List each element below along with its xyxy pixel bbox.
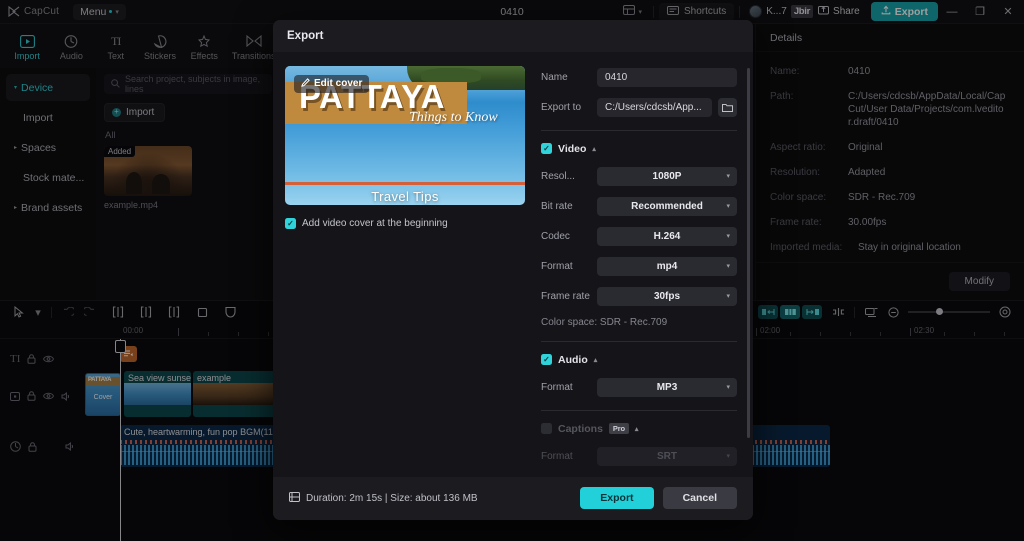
captions-format-row: Format SRT ▾ [541, 446, 737, 466]
checkbox-checked-icon[interactable]: ✓ [541, 143, 552, 155]
export-to-row: Export to C:/Users/cdcsb/App... [541, 97, 737, 117]
cover-bottom-text: Travel Tips [371, 188, 439, 204]
duration-text: Duration: 2m 15s | Size: about 136 MB [306, 492, 478, 504]
video-section-header[interactable]: ✓ Video ▴ [541, 143, 737, 155]
codec-value: H.264 [653, 230, 681, 242]
export-dialog: Export PATTAYA Things to Know Travel Tip… [273, 20, 753, 520]
format-row: Format mp4 ▾ [541, 256, 737, 276]
chevron-up-icon[interactable]: ▴ [635, 425, 639, 433]
cover-preview: PATTAYA Things to Know Travel Tips Edit … [285, 65, 525, 205]
format-label: Format [541, 260, 573, 272]
audio-format-select[interactable]: MP3 ▾ [597, 377, 737, 397]
settings-scrollbar[interactable] [747, 67, 750, 438]
framerate-label: Frame rate [541, 290, 590, 302]
audio-format-label: Format [541, 381, 573, 393]
add-cover-checkbox-row[interactable]: ✓ Add video cover at the beginning [285, 217, 523, 229]
bitrate-select[interactable]: Recommended ▾ [597, 196, 737, 216]
audio-format-row: Format MP3 ▾ [541, 377, 737, 397]
chevron-up-icon[interactable]: ▴ [592, 145, 596, 153]
format-select[interactable]: mp4 ▾ [597, 256, 737, 276]
codec-select[interactable]: H.264 ▾ [597, 226, 737, 246]
codec-label: Codec [541, 230, 570, 242]
checkbox-unchecked-icon[interactable] [541, 423, 552, 435]
chevron-down-icon: ▾ [726, 384, 730, 392]
name-row: Name 0410 [541, 67, 737, 87]
audio-section-header[interactable]: ✓ Audio ▴ [541, 354, 737, 366]
divider [541, 129, 737, 131]
edit-cover-label: Edit cover [314, 78, 363, 90]
checkbox-checked-icon[interactable]: ✓ [285, 217, 296, 229]
framerate-select[interactable]: 30fps ▾ [597, 286, 737, 306]
captions-format-label: Format [541, 450, 573, 462]
export-dialog-title: Export [273, 20, 753, 52]
export-dialog-body: PATTAYA Things to Know Travel Tips Edit … [273, 51, 753, 477]
resolution-row: Resol... 1080P ▾ [541, 166, 737, 186]
resolution-value: 1080P [652, 170, 682, 182]
name-input[interactable]: 0410 [597, 67, 737, 87]
chevron-down-icon: ▾ [726, 293, 730, 301]
captions-section-header[interactable]: Captions Pro ▴ [541, 423, 737, 435]
add-cover-label: Add video cover at the beginning [302, 217, 448, 229]
cancel-button[interactable]: Cancel [662, 487, 737, 510]
chevron-up-icon[interactable]: ▴ [594, 356, 598, 364]
export-cover-section: PATTAYA Things to Know Travel Tips Edit … [273, 52, 535, 477]
cover-subtitle-text: Things to Know [409, 109, 498, 125]
duration-summary: Duration: 2m 15s | Size: about 136 MB [289, 491, 478, 505]
divider [541, 340, 737, 342]
export-path-input[interactable]: C:/Users/cdcsb/App... [597, 97, 712, 117]
name-label: Name [541, 71, 568, 83]
pencil-icon [301, 77, 310, 90]
chevron-down-icon: ▾ [726, 233, 730, 241]
chevron-down-icon: ▾ [726, 203, 730, 211]
bitrate-row: Bit rate Recommended ▾ [541, 196, 737, 216]
codec-row: Codec H.264 ▾ [541, 226, 737, 246]
export-dialog-footer: Duration: 2m 15s | Size: about 136 MB Ex… [273, 476, 753, 520]
export-confirm-button[interactable]: Export [580, 487, 654, 510]
export-to-label: Export to [541, 101, 582, 113]
captions-section-label: Captions [558, 422, 603, 435]
chevron-down-icon: ▾ [726, 173, 730, 181]
footer-buttons: Export Cancel [580, 487, 737, 510]
cover-divider [285, 181, 525, 185]
color-space-note: Color space: SDR - Rec.709 [541, 316, 668, 328]
edit-cover-button[interactable]: Edit cover [294, 74, 370, 93]
bitrate-label: Bit rate [541, 200, 573, 212]
bitrate-value: Recommended [631, 200, 703, 212]
checkbox-checked-icon[interactable]: ✓ [541, 354, 552, 366]
video-section-label: Video [558, 142, 587, 155]
capcut-window: CapCut Menu ▾ 0410 ▾ Shortcuts K...7 Jbi… [0, 0, 1024, 541]
audio-section-label: Audio [558, 353, 588, 366]
divider [541, 409, 737, 411]
format-value: mp4 [656, 260, 678, 272]
chevron-down-icon: ▾ [726, 263, 730, 271]
audio-format-value: MP3 [656, 381, 678, 393]
captions-format-select: SRT ▾ [597, 446, 737, 466]
captions-format-value: SRT [657, 450, 677, 462]
framerate-value: 30fps [653, 290, 681, 302]
pro-badge: Pro [608, 423, 629, 435]
resolution-label: Resol... [541, 170, 575, 182]
export-settings-section: Name 0410 Export to C:/Users/cdcsb/App..… [535, 52, 753, 477]
chevron-down-icon: ▾ [726, 453, 730, 461]
framerate-row: Frame rate 30fps ▾ [541, 286, 737, 306]
film-icon [289, 491, 300, 505]
resolution-select[interactable]: 1080P ▾ [597, 166, 737, 186]
folder-browse-icon[interactable] [718, 97, 737, 117]
